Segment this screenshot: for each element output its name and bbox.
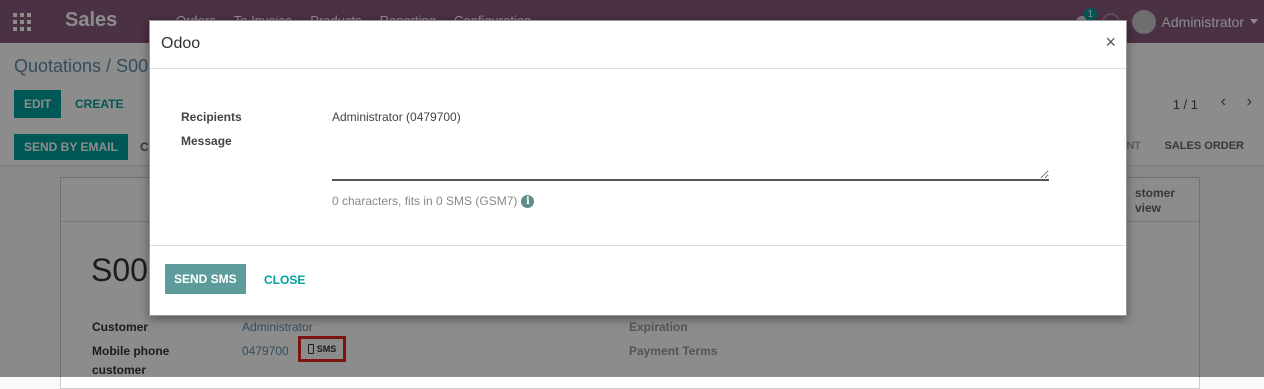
- character-counter: 0 characters, fits in 0 SMS (GSM7) i: [332, 194, 535, 208]
- dialog-footer: SEND SMS CLOSE: [150, 245, 1126, 316]
- message-input[interactable]: [332, 147, 1049, 181]
- recipients-value: Administrator (0479700): [332, 110, 461, 124]
- character-count-text: 0 characters, fits in 0 SMS (GSM7): [332, 194, 518, 208]
- sms-dialog: Odoo × Recipients Administrator (0479700…: [149, 20, 1127, 316]
- close-button[interactable]: CLOSE: [264, 273, 305, 287]
- dialog-header: Odoo ×: [150, 21, 1126, 69]
- recipients-label: Recipients: [181, 110, 242, 124]
- send-sms-button[interactable]: SEND SMS: [165, 264, 246, 294]
- info-icon[interactable]: i: [521, 194, 535, 208]
- dialog-title: Odoo: [161, 35, 201, 52]
- message-label: Message: [181, 134, 232, 148]
- close-icon[interactable]: ×: [1105, 32, 1116, 53]
